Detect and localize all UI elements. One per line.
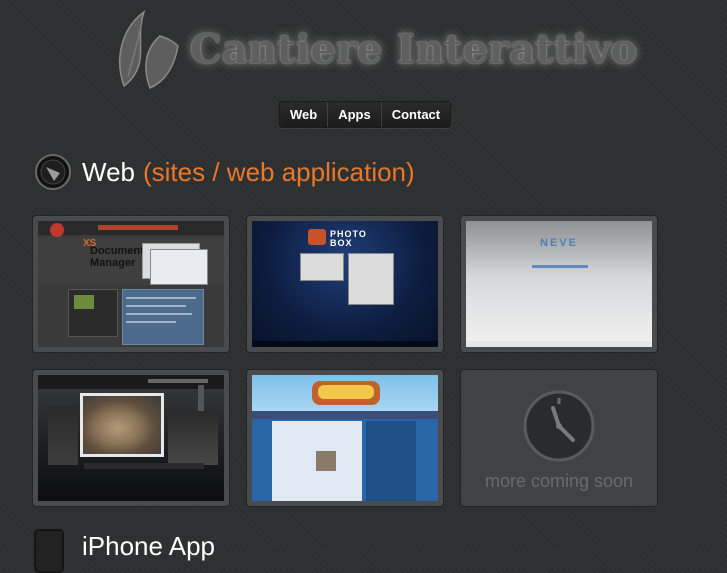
- cat-photo: [80, 393, 164, 457]
- clock-icon: [523, 390, 595, 462]
- iphone-icon: [34, 529, 64, 573]
- nav-item-web[interactable]: Web: [280, 102, 328, 127]
- cat-gallery-screenshot: [38, 375, 224, 501]
- project-tile-blue-blog[interactable]: [247, 370, 443, 506]
- nav-item-apps[interactable]: Apps: [327, 102, 381, 127]
- neve-screenshot: NEVE: [466, 221, 652, 347]
- project-tile-coming-soon: more coming soon: [461, 370, 657, 506]
- site-logo[interactable]: Cantiere Interattivo: [112, 6, 637, 94]
- photo-box-screenshot: PHOTO BOX: [252, 221, 438, 347]
- main-nav: Web Apps Contact: [279, 101, 452, 128]
- leaf-logo-icon: [119, 10, 179, 90]
- xs-logo-text: Documents Manager: [90, 245, 150, 269]
- project-tile-neve[interactable]: NEVE: [461, 216, 657, 352]
- web-section-heading: Web (sites / web application): [34, 152, 415, 192]
- xs-logo-line3: Manager: [90, 257, 136, 269]
- web-section-title: Web: [82, 156, 135, 187]
- coming-soon-text: more coming soon: [484, 471, 634, 491]
- neve-logo: NEVE: [540, 237, 578, 249]
- iphone-section-heading: iPhone App: [34, 527, 215, 573]
- photo-box-logo: PHOTO BOX: [330, 229, 367, 248]
- project-tile-xs-documents-manager[interactable]: XS Documents Manager: [33, 216, 229, 352]
- site-title: Cantiere Interattivo: [190, 26, 638, 73]
- compass-globe-icon: [35, 154, 71, 190]
- xs-documents-manager-screenshot: XS Documents Manager: [38, 221, 224, 347]
- project-tile-cat-gallery[interactable]: [33, 370, 229, 506]
- nav-item-contact[interactable]: Contact: [380, 102, 451, 127]
- xs-logo-line2: Documents: [90, 245, 150, 257]
- iphone-section-title: iPhone App: [82, 531, 216, 561]
- blue-blog-screenshot: [252, 375, 438, 501]
- web-section-subtitle: (sites / web application): [143, 156, 415, 187]
- project-tile-photo-box[interactable]: PHOTO BOX: [247, 216, 443, 352]
